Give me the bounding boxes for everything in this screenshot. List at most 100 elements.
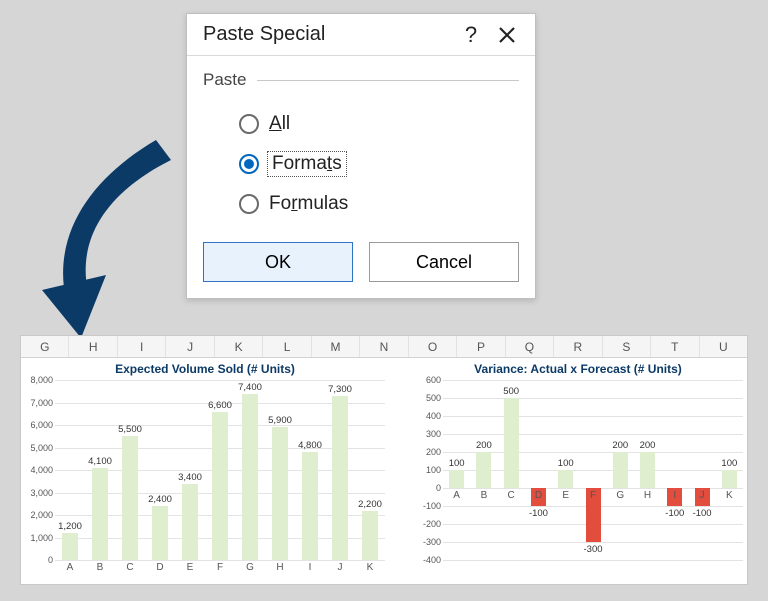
- column-header[interactable]: U: [700, 336, 747, 357]
- bar: [722, 470, 737, 488]
- column-header[interactable]: Q: [506, 336, 554, 357]
- x-tick-label: A: [67, 562, 74, 573]
- radio-all-label: All: [269, 113, 290, 135]
- y-tick-label: 500: [426, 393, 441, 403]
- column-header[interactable]: G: [21, 336, 69, 357]
- radio-formats[interactable]: Formats: [239, 144, 519, 184]
- bar: [504, 398, 519, 488]
- column-header[interactable]: P: [457, 336, 505, 357]
- chart-title: Variance: Actual x Forecast (# Units): [413, 362, 743, 376]
- column-header[interactable]: K: [215, 336, 263, 357]
- x-axis: ABCDEFGHIJK: [55, 562, 385, 576]
- y-tick-label: 8,000: [30, 375, 53, 385]
- bar-value-label: 7,400: [238, 382, 262, 393]
- bar-value-label: -300: [583, 544, 602, 555]
- radiobutton-icon: [239, 194, 259, 214]
- column-header[interactable]: J: [166, 336, 214, 357]
- help-icon[interactable]: ?: [453, 17, 489, 53]
- column-header[interactable]: H: [69, 336, 117, 357]
- bar-value-label: 500: [503, 386, 519, 397]
- x-tick-label: B: [97, 562, 104, 573]
- radiobutton-icon: [239, 154, 259, 174]
- bar: [182, 484, 199, 561]
- y-tick-label: -300: [423, 537, 441, 547]
- bars: 100200500-100100-300200200-100-100100: [443, 380, 743, 560]
- bar-value-label: 4,800: [298, 440, 322, 451]
- x-axis: ABCDEFGHIJK: [443, 490, 743, 504]
- column-headers: GHIJKLMNOPQRSTU: [21, 336, 747, 358]
- x-tick-label: C: [508, 490, 515, 501]
- bar-value-label: 3,400: [178, 472, 202, 483]
- bar-value-label: 5,900: [268, 415, 292, 426]
- y-tick-label: 3,000: [30, 488, 53, 498]
- variance-chart: Variance: Actual x Forecast (# Units) -4…: [413, 362, 743, 580]
- radio-formats-label: Formats: [269, 153, 345, 175]
- x-tick-label: E: [187, 562, 194, 573]
- y-axis: 01,0002,0003,0004,0005,0006,0007,0008,00…: [25, 380, 55, 560]
- bar: [449, 470, 464, 488]
- y-tick-label: 5,000: [30, 443, 53, 453]
- bar-value-label: 100: [449, 458, 465, 469]
- x-tick-label: D: [535, 490, 542, 501]
- gridline: [55, 560, 385, 561]
- y-tick-label: 4,000: [30, 465, 53, 475]
- bar-value-label: 200: [476, 440, 492, 451]
- x-tick-label: C: [126, 562, 133, 573]
- y-tick-label: 6,000: [30, 420, 53, 430]
- column-header[interactable]: M: [312, 336, 360, 357]
- y-tick-label: 300: [426, 429, 441, 439]
- radio-all[interactable]: All: [239, 104, 519, 144]
- column-header[interactable]: L: [263, 336, 311, 357]
- ok-button[interactable]: OK: [203, 242, 353, 282]
- bar: [558, 470, 573, 488]
- bar: [152, 506, 169, 560]
- radio-formulas-label: Formulas: [269, 193, 348, 215]
- column-header[interactable]: S: [603, 336, 651, 357]
- x-tick-label: B: [481, 490, 488, 501]
- dialog-title: Paste Special: [203, 23, 325, 46]
- chart-title: Expected Volume Sold (# Units): [25, 362, 385, 376]
- y-tick-label: 2,000: [30, 510, 53, 520]
- x-tick-label: H: [276, 562, 283, 573]
- bars: 1,2004,1005,5002,4003,4006,6007,4005,900…: [55, 380, 385, 560]
- x-tick-label: I: [673, 490, 676, 501]
- y-tick-label: 100: [426, 465, 441, 475]
- y-axis: -400-300-200-1000100200300400500600: [413, 380, 443, 560]
- bar-value-label: 4,100: [88, 456, 112, 467]
- spreadsheet-area: GHIJKLMNOPQRSTU Expected Volume Sold (# …: [20, 335, 748, 585]
- bar: [62, 533, 79, 560]
- column-header[interactable]: R: [554, 336, 602, 357]
- column-header[interactable]: T: [651, 336, 699, 357]
- bar-value-label: 7,300: [328, 384, 352, 395]
- bar: [640, 452, 655, 488]
- y-tick-label: -100: [423, 501, 441, 511]
- dialog-titlebar: Paste Special ?: [187, 14, 535, 56]
- y-tick-label: 400: [426, 411, 441, 421]
- bar-value-label: 2,200: [358, 499, 382, 510]
- paste-special-dialog: Paste Special ? Paste All Formats Formul…: [186, 13, 536, 299]
- bar-value-label: 200: [640, 440, 656, 451]
- bar-value-label: 100: [721, 458, 737, 469]
- y-tick-label: 0: [48, 555, 53, 565]
- radio-formulas[interactable]: Formulas: [239, 184, 519, 224]
- y-tick-label: 7,000: [30, 398, 53, 408]
- close-icon[interactable]: [489, 17, 525, 53]
- column-header[interactable]: N: [360, 336, 408, 357]
- bar: [212, 412, 229, 561]
- x-tick-label: G: [246, 562, 254, 573]
- expected-volume-chart: Expected Volume Sold (# Units) 01,0002,0…: [25, 362, 385, 580]
- cancel-button[interactable]: Cancel: [369, 242, 519, 282]
- x-tick-label: K: [726, 490, 733, 501]
- x-tick-label: F: [217, 562, 223, 573]
- bar-value-label: 200: [612, 440, 628, 451]
- column-header[interactable]: I: [118, 336, 166, 357]
- y-tick-label: -400: [423, 555, 441, 565]
- bar: [272, 427, 289, 560]
- bar: [242, 394, 259, 561]
- column-header[interactable]: O: [409, 336, 457, 357]
- bar-value-label: -100: [693, 508, 712, 519]
- bar: [122, 436, 139, 560]
- x-tick-label: K: [367, 562, 374, 573]
- x-tick-label: J: [338, 562, 343, 573]
- x-tick-label: G: [616, 490, 624, 501]
